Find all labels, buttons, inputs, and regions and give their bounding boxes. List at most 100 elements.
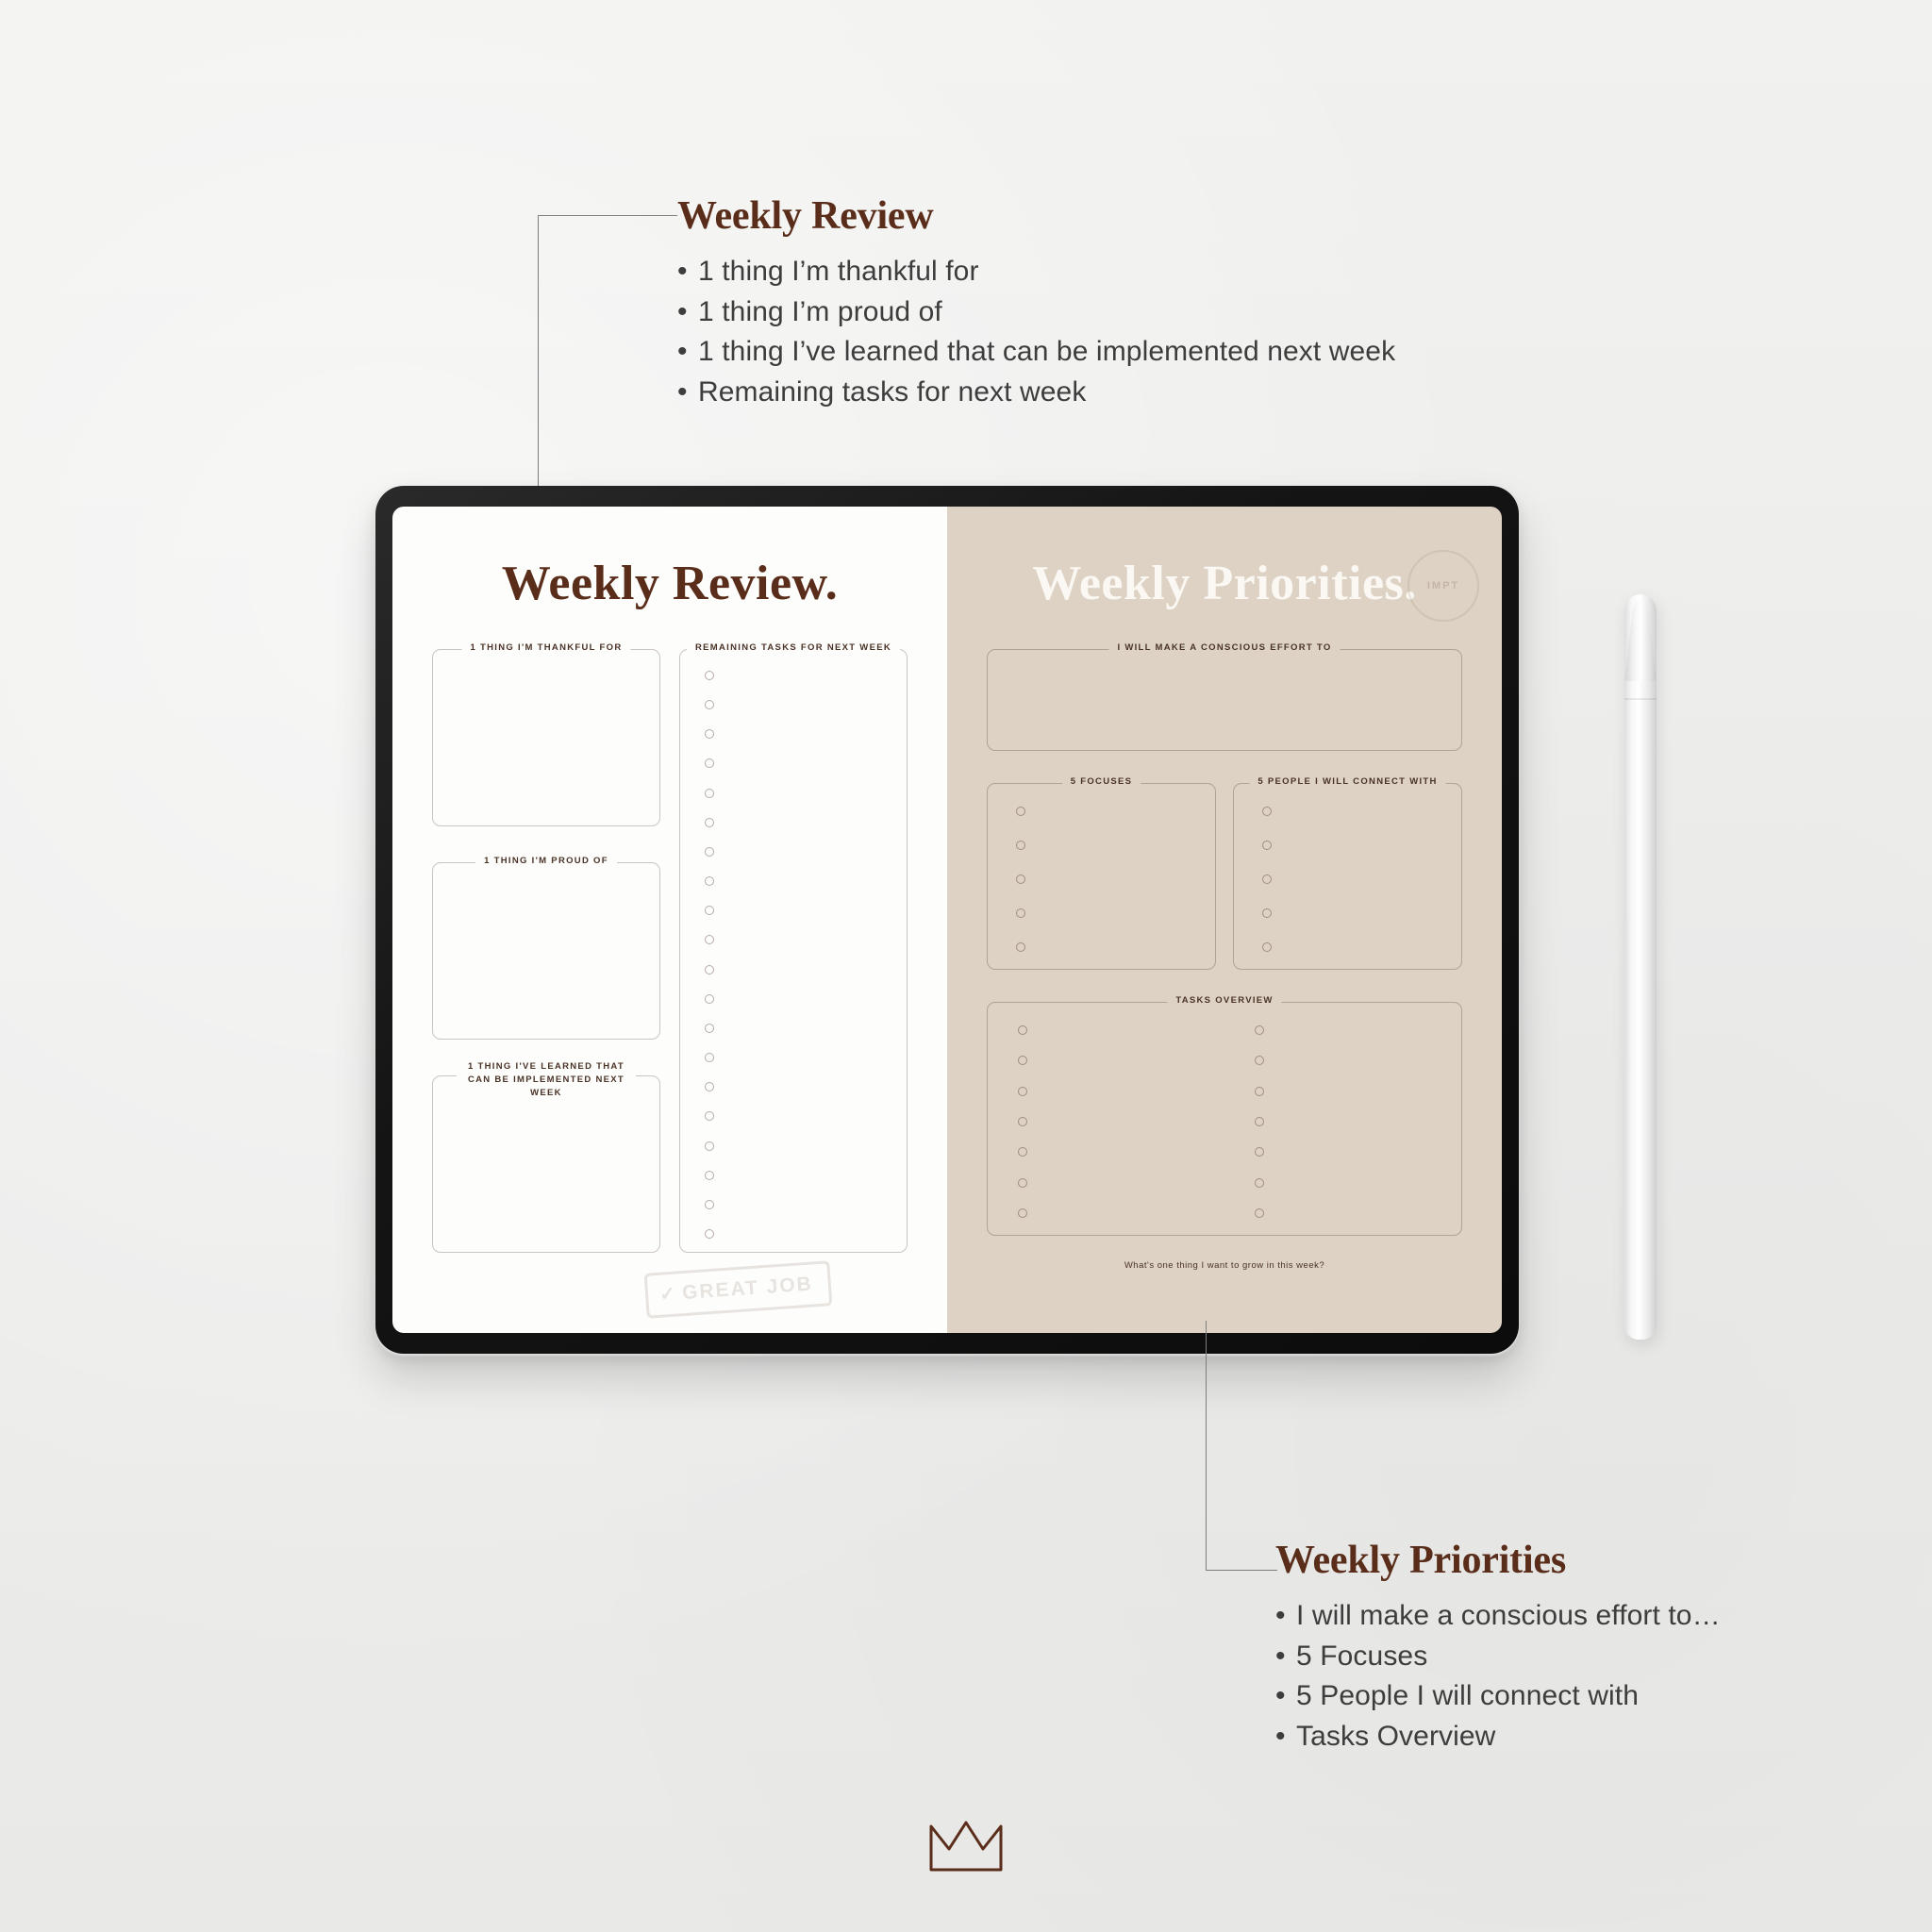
checklist-row[interactable]	[705, 817, 907, 827]
checklist-row[interactable]	[1255, 1056, 1461, 1066]
circle-checkbox-icon[interactable]	[1262, 874, 1272, 884]
checklist-row[interactable]	[1018, 1086, 1224, 1096]
checklist-row[interactable]	[1255, 1147, 1461, 1158]
checklist-row[interactable]	[1016, 942, 1215, 952]
circle-checkbox-icon[interactable]	[705, 1141, 714, 1151]
checklist-row[interactable]	[1262, 807, 1461, 816]
checklist-row[interactable]	[705, 758, 907, 769]
circle-checkbox-icon[interactable]	[705, 788, 714, 798]
field-five-focuses[interactable]: 5 FOCUSES	[987, 775, 1216, 970]
checklist-row[interactable]	[705, 876, 907, 887]
checklist-row[interactable]	[705, 846, 907, 857]
checklist-row[interactable]	[705, 788, 907, 798]
circle-checkbox-icon[interactable]	[705, 1082, 714, 1092]
circle-checkbox-icon[interactable]	[705, 1111, 714, 1122]
circle-checkbox-icon[interactable]	[1018, 1086, 1027, 1096]
checklist-row[interactable]	[705, 993, 907, 1004]
tasks-overview-column-left[interactable]	[988, 1025, 1224, 1218]
checklist-row[interactable]	[1018, 1056, 1224, 1066]
circle-checkbox-icon[interactable]	[705, 1053, 714, 1063]
circle-checkbox-icon[interactable]	[1262, 807, 1272, 816]
circle-checkbox-icon[interactable]	[705, 876, 714, 887]
circle-checkbox-icon[interactable]	[705, 1228, 714, 1239]
checklist-row[interactable]	[705, 729, 907, 740]
checklist-row[interactable]	[705, 1199, 907, 1209]
circle-checkbox-icon[interactable]	[1262, 841, 1272, 850]
tasks-overview-column-right[interactable]	[1224, 1025, 1461, 1218]
circle-checkbox-icon[interactable]	[1016, 908, 1025, 918]
circle-checkbox-icon[interactable]	[705, 935, 714, 945]
checklist-row[interactable]	[1262, 942, 1461, 952]
circle-checkbox-icon[interactable]	[705, 671, 714, 680]
circle-checkbox-icon[interactable]	[705, 906, 714, 916]
circle-checkbox-icon[interactable]	[1255, 1086, 1264, 1096]
checklist-row[interactable]	[1016, 841, 1215, 850]
circle-checkbox-icon[interactable]	[1016, 942, 1025, 952]
circle-checkbox-icon[interactable]	[1018, 1116, 1027, 1126]
circle-checkbox-icon[interactable]	[1255, 1116, 1264, 1126]
field-remaining-tasks[interactable]: REMAINING TASKS FOR NEXT WEEK	[679, 641, 908, 1253]
field-conscious-effort[interactable]: I WILL MAKE A CONSCIOUS EFFORT TO	[987, 641, 1462, 751]
checklist-row[interactable]	[1018, 1147, 1224, 1158]
circle-checkbox-icon[interactable]	[1255, 1177, 1264, 1188]
circle-checkbox-icon[interactable]	[1255, 1208, 1264, 1218]
circle-checkbox-icon[interactable]	[1255, 1147, 1264, 1158]
checklist-row[interactable]	[1016, 807, 1215, 816]
checklist-row[interactable]	[1018, 1025, 1224, 1035]
checklist-row[interactable]	[1016, 874, 1215, 884]
people-checklist[interactable]	[1262, 807, 1461, 952]
field-five-people[interactable]: 5 PEOPLE I WILL CONNECT WITH	[1233, 775, 1462, 970]
circle-checkbox-icon[interactable]	[1018, 1025, 1027, 1035]
circle-checkbox-icon[interactable]	[1016, 807, 1025, 816]
circle-checkbox-icon[interactable]	[705, 729, 714, 740]
field-learned[interactable]: 1 THING I'VE LEARNED THAT CAN BE IMPLEME…	[432, 1060, 660, 1253]
circle-checkbox-icon[interactable]	[1255, 1056, 1264, 1066]
checklist-row[interactable]	[705, 964, 907, 974]
checklist-row[interactable]	[705, 1111, 907, 1122]
circle-checkbox-icon[interactable]	[1018, 1208, 1027, 1218]
stylus-pencil[interactable]	[1624, 594, 1657, 1340]
field-proud-of[interactable]: 1 THING I'M PROUD OF	[432, 855, 660, 1040]
checklist-row[interactable]	[1262, 841, 1461, 850]
checklist-row[interactable]	[705, 1053, 907, 1063]
field-thankful-for[interactable]: 1 THING I'M THANKFUL FOR	[432, 641, 660, 826]
checklist-row[interactable]	[1255, 1025, 1461, 1035]
checklist-row[interactable]	[705, 671, 907, 680]
checklist-row[interactable]	[705, 906, 907, 916]
circle-checkbox-icon[interactable]	[705, 846, 714, 857]
circle-checkbox-icon[interactable]	[705, 758, 714, 769]
checklist-row[interactable]	[1255, 1086, 1461, 1096]
checklist-row[interactable]	[1018, 1177, 1224, 1188]
circle-checkbox-icon[interactable]	[705, 1199, 714, 1209]
checklist-row[interactable]	[1262, 874, 1461, 884]
checklist-row[interactable]	[1016, 908, 1215, 918]
checklist-row[interactable]	[1255, 1177, 1461, 1188]
checklist-row[interactable]	[705, 1170, 907, 1180]
checklist-row[interactable]	[705, 1228, 907, 1239]
circle-checkbox-icon[interactable]	[1018, 1147, 1027, 1158]
checklist-row[interactable]	[705, 1082, 907, 1092]
checklist-row[interactable]	[1262, 908, 1461, 918]
circle-checkbox-icon[interactable]	[705, 993, 714, 1004]
circle-checkbox-icon[interactable]	[1016, 841, 1025, 850]
checklist-row[interactable]	[705, 1023, 907, 1033]
circle-checkbox-icon[interactable]	[1255, 1025, 1264, 1035]
checklist-row[interactable]	[705, 1141, 907, 1151]
circle-checkbox-icon[interactable]	[705, 700, 714, 710]
circle-checkbox-icon[interactable]	[1016, 874, 1025, 884]
checklist-row[interactable]	[705, 700, 907, 710]
checklist-row[interactable]	[705, 935, 907, 945]
circle-checkbox-icon[interactable]	[705, 1023, 714, 1033]
checklist-row[interactable]	[1018, 1116, 1224, 1126]
circle-checkbox-icon[interactable]	[1262, 942, 1272, 952]
checklist-row[interactable]	[1255, 1208, 1461, 1218]
remaining-tasks-checklist[interactable]	[705, 671, 907, 1239]
circle-checkbox-icon[interactable]	[1018, 1056, 1027, 1066]
circle-checkbox-icon[interactable]	[1262, 908, 1272, 918]
circle-checkbox-icon[interactable]	[705, 964, 714, 974]
field-tasks-overview[interactable]: TASKS OVERVIEW	[987, 994, 1462, 1236]
checklist-row[interactable]	[1255, 1116, 1461, 1126]
circle-checkbox-icon[interactable]	[705, 817, 714, 827]
checklist-row[interactable]	[1018, 1208, 1224, 1218]
tablet-screen[interactable]: Weekly Review. 1 THING I'M THANKFUL FOR …	[392, 507, 1502, 1333]
